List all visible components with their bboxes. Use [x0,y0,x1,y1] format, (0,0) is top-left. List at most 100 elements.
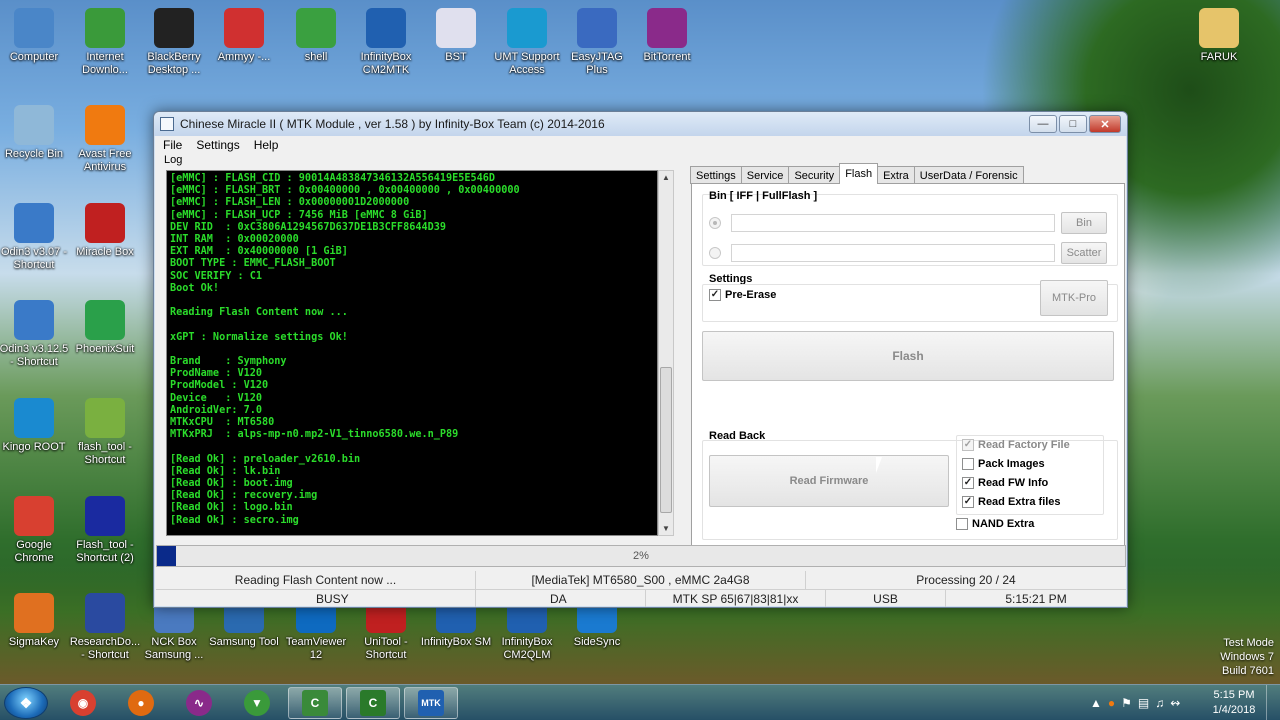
log-output[interactable]: [eMMC] : FLASH_CID : 90014A483847346132A… [166,170,658,536]
menu-help[interactable]: Help [254,138,279,152]
bin-path-input[interactable] [731,214,1055,232]
bluetooth-icon[interactable]: ↭ [1170,696,1180,710]
tab-extra[interactable]: Extra [877,166,915,184]
desktop-icon[interactable]: Avast Free Antivirus [68,105,142,174]
desktop-icon-label: FARUK [1200,51,1238,63]
tab-security[interactable]: Security [788,166,841,184]
desktop-icon[interactable]: InfinityBox CM2MTK [349,8,423,77]
desktop-icon[interactable]: Flash_tool - Shortcut (2) [68,496,142,565]
desktop-icon[interactable]: Google Chrome [0,496,71,565]
scatter-button[interactable]: Scatter [1061,242,1107,264]
taskbar-chrome[interactable]: ◉ [56,687,110,719]
menu-settings[interactable]: Settings [196,138,239,152]
scatter-radio[interactable] [709,247,721,259]
taskbar-miraclebox-2[interactable]: C [346,687,400,719]
bin-radio[interactable] [709,217,721,229]
desktop-icon[interactable]: Miracle Box [68,203,142,259]
mtk-pro-button[interactable]: MTK-Pro [1040,280,1108,316]
desktop-icon-label: Odin3 v3.12.5 - Shortcut [0,343,69,368]
title-bar[interactable]: Chinese Miracle II ( MTK Module , ver 1.… [154,112,1127,136]
chrome-icon [14,496,54,536]
desktop-icon-label: Kingo ROOT [2,441,66,453]
avast-tray-icon[interactable]: ● [1108,696,1115,710]
log-label: Log [164,154,183,166]
read-factory-file-checkbox: ✓ Read Factory File [962,439,1070,451]
desktop-icon-label: PhoenixSuit [75,343,135,355]
desktop-icon-label: Odin3 v3.07 - Shortcut [0,246,68,271]
show-hidden-icons-icon[interactable]: ▲ [1090,696,1102,710]
scroll-up-icon[interactable]: ▲ [662,173,670,182]
desktop-icon[interactable]: BlackBerry Desktop ... [137,8,211,77]
app-window: Chinese Miracle II ( MTK Module , ver 1.… [153,111,1128,608]
desktop-icon[interactable]: Kingo ROOT [0,398,71,454]
flag-icon[interactable]: ⚑ [1121,696,1132,710]
desktop-icon[interactable]: BitTorrent [630,8,704,64]
read-extra-files-checkbox[interactable]: ✓ Read Extra files [962,496,1061,508]
log-line: [eMMC] : FLASH_CID : 90014A483847346132A… [170,173,496,184]
log-line: [Read Ok] : lk.bin [170,465,281,477]
taskbar-bittorrent[interactable]: ∿ [172,687,226,719]
taskbar-miraclebox-1[interactable]: C [288,687,342,719]
desktop-icon[interactable]: UMT Support Access [490,8,564,77]
desktop-icon[interactable]: Recycle Bin [0,105,71,161]
menu-file[interactable]: File [163,138,182,152]
taskbar-firefox[interactable]: ● [114,687,168,719]
status-processing: Processing 20 / 24 [916,573,1016,587]
log-line: MTKxPRJ : alps-mp-n0.mp2-V1_tinno6580.we… [170,429,459,441]
sigmakey-icon [14,593,54,633]
desktop-icon[interactable]: Internet Downlo... [68,8,142,77]
checkbox-check-icon: ✓ [709,289,721,301]
easyjtag-icon [577,8,617,48]
log-line: [Read Ok] : logo.bin [170,502,293,514]
tab-userdata-forensic[interactable]: UserData / Forensic [913,166,1024,184]
nand-extra-checkbox[interactable]: NAND Extra [956,518,1034,530]
tab-flash[interactable]: Flash [839,163,879,184]
tab-settings[interactable]: Settings [690,166,742,184]
maximize-button[interactable]: □ [1059,115,1087,133]
desktop-icon[interactable]: BST [419,8,493,64]
desktop-icon[interactable]: Computer [0,8,71,64]
network-icon[interactable]: ▤ [1138,696,1149,710]
progress-percent: 2% [633,550,649,562]
desktop-icon-label: InfinityBox SM [420,636,492,648]
flash-button[interactable]: Flash [702,331,1114,381]
desktop-icon[interactable]: Ammyy -... [207,8,281,64]
scatter-path-input[interactable] [731,244,1055,262]
desktop-icon[interactable]: flash_tool - Shortcut [68,398,142,467]
close-button[interactable]: ✕ [1089,115,1121,133]
desktop-icon[interactable]: FARUK [1182,8,1256,64]
pack-images-checkbox[interactable]: Pack Images [962,458,1045,470]
desktop-icon-label: Google Chrome [14,539,54,564]
read-fw-info-checkbox[interactable]: ✓ Read FW Info [962,477,1048,489]
log-line: MTKxCPU : MT6580 [170,417,275,429]
bin-button[interactable]: Bin [1061,212,1107,234]
desktop-icon[interactable]: Odin3 v3.12.5 - Shortcut [0,300,71,369]
desktop-icon[interactable]: SigmaKey [0,593,71,649]
scroll-thumb[interactable] [660,367,672,513]
volume-icon[interactable]: ♫ [1155,696,1164,710]
scroll-down-icon[interactable]: ▼ [662,524,670,533]
minimize-button[interactable]: — [1029,115,1057,133]
log-line: Brand : Symphony [170,356,287,367]
taskbar-infinitybox-mtk[interactable]: MTK [404,687,458,719]
start-button[interactable]: ❖ [4,687,48,719]
cm2-icon: C [302,690,328,716]
desktop-icon-label: BlackBerry Desktop ... [147,51,201,76]
tab-service[interactable]: Service [740,166,790,184]
clock[interactable]: 5:15 PM 1/4/2018 [1206,688,1262,718]
log-line: Device : V120 [170,392,263,404]
desktop-icon[interactable]: Odin3 v3.07 - Shortcut [0,203,71,272]
desktop-icon[interactable]: ResearchDo... - Shortcut [68,593,142,662]
desktop-icon[interactable]: EasyJTAG Plus [560,8,634,77]
progress-bar: 2% [156,545,1126,567]
status-busy: BUSY [156,590,476,607]
pre-erase-checkbox[interactable]: ✓ Pre-Erase [709,289,776,301]
desktop-icon[interactable]: shell [279,8,353,64]
read-firmware-button[interactable]: Read Firmware [709,455,949,507]
taskbar-idm[interactable]: ▼ [230,687,284,719]
desktop-icon[interactable]: PhoenixSuit [68,300,142,356]
log-scrollbar[interactable]: ▲ ▼ [658,170,674,536]
bittorrent-icon: ∿ [186,690,212,716]
show-desktop-button[interactable] [1266,685,1280,720]
